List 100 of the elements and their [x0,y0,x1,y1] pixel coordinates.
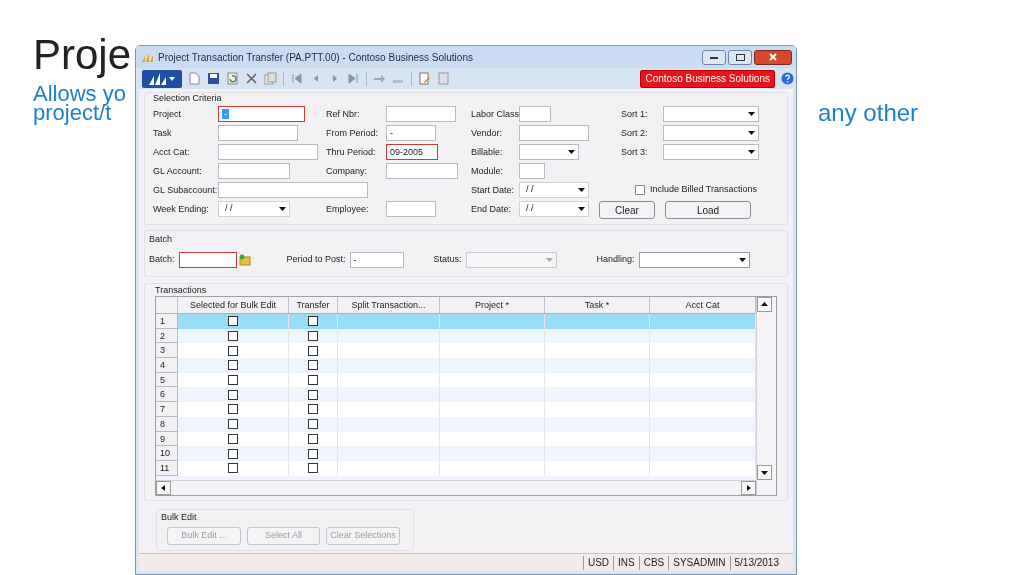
checkbox[interactable] [308,433,318,444]
checkbox[interactable] [308,404,318,415]
checkbox[interactable] [308,345,318,356]
delete-icon[interactable] [245,72,258,85]
scroll-up-icon[interactable] [757,297,772,312]
maximize-button[interactable] [728,49,752,65]
table-row[interactable]: 7 [156,402,756,417]
table-row[interactable]: 1 [156,314,756,329]
input-field[interactable] [386,105,456,122]
table-row[interactable]: 3 [156,343,756,359]
input-field[interactable] [519,124,589,141]
input-field[interactable] [178,252,237,268]
checkbox[interactable] [228,448,238,459]
document-edit-icon[interactable] [418,72,431,85]
minimize-button[interactable] [702,49,726,65]
close-icon [769,53,777,61]
company-button[interactable]: Contoso Business Solutions [640,69,775,88]
checkbox[interactable] [308,360,318,371]
field-label: Sort 2: [621,127,648,138]
new-document-icon[interactable] [188,72,201,85]
dropdown-arrow-icon [578,207,585,211]
save-icon[interactable] [207,72,220,85]
table-row[interactable]: 10 [156,446,756,461]
input-field[interactable] [218,124,298,141]
checkbox[interactable] [308,419,318,430]
help-icon[interactable] [781,72,794,85]
checkbox[interactable] [308,316,318,327]
dropdown-field[interactable] [519,143,579,160]
checkbox[interactable] [228,389,238,400]
checkbox[interactable] [308,331,318,342]
checkbox[interactable] [228,331,238,342]
field-label: Employee: [326,204,369,215]
input-field[interactable] [519,105,551,122]
scroll-down-icon[interactable] [757,465,772,480]
app-menu-button[interactable] [142,69,182,88]
dropdown-field[interactable] [638,252,750,268]
field-label: Ref Nbr: [326,108,360,119]
input-field[interactable] [386,201,436,217]
dropdown-arrow-icon [279,207,286,211]
dropdown-field[interactable] [663,124,759,141]
checkbox[interactable] [228,360,238,371]
status-item: CBS [638,555,669,570]
input-field[interactable] [218,181,368,198]
dropdown-arrow-icon [545,258,553,262]
checkbox[interactable] [635,184,645,195]
status-item: INS [613,555,639,570]
vertical-scrollbar[interactable] [756,297,776,495]
checkbox[interactable] [308,463,318,474]
column-header[interactable]: Selected for Bulk Edit [178,297,289,313]
dropdown-arrow-icon [578,187,585,192]
field-label: Vendor: [471,127,503,138]
field-label: From Period: [326,127,378,138]
field-label: End Date: [471,204,512,215]
checkbox[interactable] [308,448,318,459]
field-label: Batch: [149,253,175,267]
dropdown-field[interactable] [663,105,759,122]
date-field[interactable]: / / [218,201,290,217]
checkbox[interactable] [308,389,318,400]
input-field[interactable]: - [386,124,436,141]
checkbox[interactable] [228,375,238,386]
input-field[interactable] [218,162,290,179]
input-field[interactable]: - [349,252,404,268]
input-field[interactable]: 09-2005 [386,143,438,160]
input-field[interactable] [519,162,545,179]
table-row[interactable]: 4 [156,358,756,373]
minimize-icon [710,55,718,59]
field-label: Task [153,127,172,138]
checkbox[interactable] [228,316,238,327]
dropdown-arrow-icon [748,149,755,154]
row-number: 7 [156,402,178,417]
row-number: 10 [156,446,178,461]
field-label: Labor Class: [471,108,522,119]
column-header[interactable]: Transfer [289,297,338,313]
checkbox[interactable] [308,375,318,386]
horizontal-scrollbar[interactable] [156,480,756,495]
date-field[interactable]: / / [519,181,589,198]
scroll-right-icon[interactable] [741,481,756,495]
input-field[interactable] [386,162,458,179]
table-row[interactable]: 6 [156,387,756,403]
field-label: Handling: [596,253,635,267]
column-header[interactable]: Task * [545,297,650,313]
date-field[interactable]: / / [519,201,589,217]
action-button[interactable]: Load [665,201,751,219]
row-number: 6 [156,387,178,403]
new-folder-icon[interactable] [238,254,251,266]
action-button[interactable]: Clear [599,201,655,219]
checkbox[interactable] [228,463,238,474]
checkbox[interactable] [228,433,238,444]
column-header[interactable]: Split Transaction... [338,297,440,313]
close-button[interactable] [754,49,792,65]
input-field[interactable] [218,143,318,160]
checkbox[interactable] [228,419,238,430]
checkbox[interactable] [228,404,238,415]
checkbox[interactable] [228,345,238,356]
field-label: Period to Post: [286,253,346,267]
dropdown-field[interactable] [663,143,759,160]
slide-title: Proje [33,30,132,80]
scroll-left-icon[interactable] [156,481,171,495]
column-header[interactable]: Project * [440,297,545,313]
refresh-icon[interactable] [226,72,239,85]
